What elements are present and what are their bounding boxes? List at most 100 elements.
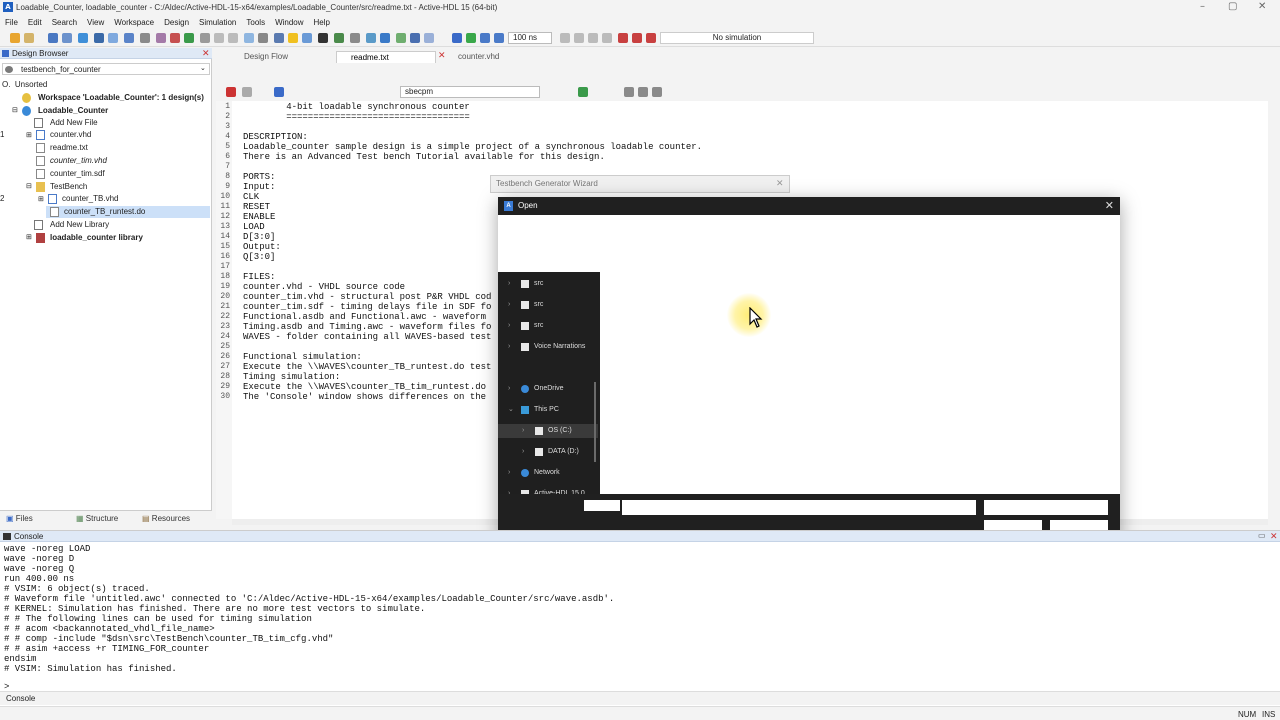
indent-icon[interactable] xyxy=(274,87,284,97)
restore-panel-icon[interactable]: ▭ xyxy=(1258,531,1266,540)
compile-icon[interactable] xyxy=(78,33,88,43)
tree-item-add-new-file[interactable]: Add New File xyxy=(50,117,98,129)
trace-icon[interactable] xyxy=(424,33,434,43)
chevron-right-icon[interactable]: › xyxy=(508,319,510,333)
text-icon[interactable] xyxy=(318,33,328,43)
chevron-right-icon[interactable]: › xyxy=(508,340,510,354)
menu-edit[interactable]: Edit xyxy=(28,18,42,27)
run-for-icon[interactable] xyxy=(494,33,504,43)
bookmark-icon[interactable] xyxy=(226,87,236,97)
file-type-select[interactable] xyxy=(984,500,1108,515)
collapse-icon[interactable]: ⊟ xyxy=(12,106,18,114)
grid-icon[interactable] xyxy=(184,33,194,43)
block-diagram-icon[interactable] xyxy=(124,33,134,43)
maximize-icon[interactable]: ▢ xyxy=(1228,1,1237,12)
menu-tools[interactable]: Tools xyxy=(246,18,265,27)
expand-icon[interactable]: ⊞ xyxy=(26,233,32,241)
chevron-right-icon[interactable]: › xyxy=(508,466,510,480)
initialize-sim-icon[interactable] xyxy=(452,33,462,43)
tab-design-flow[interactable]: Design Flow xyxy=(230,51,340,63)
break-icon[interactable] xyxy=(588,33,598,43)
tab-files[interactable]: ▣ Files xyxy=(6,514,33,523)
chevron-right-icon[interactable]: › xyxy=(508,298,510,312)
nav-item[interactable]: › OS (C:) xyxy=(498,424,598,438)
run-icon[interactable] xyxy=(466,33,476,43)
restart-icon[interactable] xyxy=(602,33,612,43)
tree-item-add-new-library[interactable]: Add New Library xyxy=(50,219,109,231)
tree-item-unsorted[interactable]: O. Unsorted xyxy=(2,79,47,91)
settings-icon[interactable] xyxy=(258,33,268,43)
tab-console[interactable]: Console xyxy=(6,694,35,703)
tree-item-workspace[interactable]: Workspace 'Loadable_Counter': 1 design(s… xyxy=(38,92,204,104)
nav-item[interactable]: ⌄ This PC xyxy=(498,403,598,417)
format-icon[interactable] xyxy=(242,87,252,97)
nav-item[interactable]: › OneDrive xyxy=(498,382,598,396)
state-diagram-icon[interactable] xyxy=(140,33,150,43)
collapse-icon[interactable]: ⊟ xyxy=(26,182,32,190)
console-icon[interactable] xyxy=(244,33,254,43)
breakpoint-icon[interactable] xyxy=(646,33,656,43)
close-dialog-icon[interactable]: ✕ xyxy=(1105,199,1114,212)
coverage-icon[interactable] xyxy=(396,33,406,43)
menu-help[interactable]: Help xyxy=(314,18,330,27)
close-window-icon[interactable]: ✕ xyxy=(1258,1,1266,12)
menu-workspace[interactable]: Workspace xyxy=(114,18,154,27)
tab-readme[interactable]: readme.txt xyxy=(336,51,436,63)
sim-time-input[interactable]: 100 ns xyxy=(508,32,552,44)
tb-icon[interactable] xyxy=(334,33,344,43)
file-name-input[interactable] xyxy=(622,500,976,515)
tab-structure[interactable]: ▦ Structure xyxy=(76,514,118,523)
nav-item[interactable]: › DATA (D:) xyxy=(498,445,598,459)
structure-icon[interactable] xyxy=(108,33,118,43)
nav-item[interactable]: › src xyxy=(498,277,598,291)
tree-item-counter-tb-runtest[interactable]: counter_TB_runtest.do xyxy=(64,206,145,218)
nav-scrollbar[interactable] xyxy=(594,382,596,462)
menu-simulation[interactable]: Simulation xyxy=(199,18,236,27)
menu-search[interactable]: Search xyxy=(52,18,77,27)
chevron-down-icon[interactable]: ⌄ xyxy=(508,403,514,417)
menu-design[interactable]: Design xyxy=(164,18,189,27)
minimize-icon[interactable]: – xyxy=(1200,1,1205,12)
save-all-icon[interactable] xyxy=(62,33,72,43)
nav-item[interactable]: › Voice Narrations xyxy=(498,340,598,354)
tree-item-design[interactable]: Loadable_Counter xyxy=(38,105,108,117)
find-next-icon[interactable] xyxy=(578,87,588,97)
link-icon[interactable] xyxy=(200,33,210,43)
chevron-down-icon[interactable]: ⌄ xyxy=(200,64,206,72)
tree-item-testbench[interactable]: TestBench xyxy=(50,181,87,193)
tab-resources[interactable]: ▤ Resources xyxy=(142,514,190,523)
menu-view[interactable]: View xyxy=(87,18,104,27)
hierarchy-icon[interactable] xyxy=(94,33,104,43)
library-icon[interactable] xyxy=(170,33,180,43)
stop-icon[interactable] xyxy=(632,33,642,43)
tcl-icon[interactable] xyxy=(274,33,284,43)
tab-counter-vhd[interactable]: counter.vhd xyxy=(444,51,544,63)
menu-file[interactable]: File xyxy=(5,18,18,27)
debug-icon[interactable] xyxy=(366,33,376,43)
menu-window[interactable]: Window xyxy=(275,18,303,27)
tree-item-counter-tb-vhd[interactable]: counter_TB.vhd xyxy=(62,193,118,205)
expand-icon[interactable]: ⊞ xyxy=(38,195,44,203)
sim-icon[interactable] xyxy=(350,33,360,43)
close-wizard-icon[interactable]: ✕ xyxy=(776,178,784,189)
open-icon[interactable] xyxy=(24,33,34,43)
search-input[interactable]: sbecpm xyxy=(400,86,540,98)
find-icon[interactable] xyxy=(302,33,312,43)
profile-icon[interactable] xyxy=(380,33,390,43)
close-panel-icon[interactable]: ✕ xyxy=(202,48,210,59)
chevron-right-icon[interactable]: › xyxy=(522,424,524,438)
tree-item-counter-vhd[interactable]: counter.vhd xyxy=(50,129,91,141)
design-selector[interactable]: testbench_for_counter xyxy=(2,63,210,75)
tree-item-counter-tim-sdf[interactable]: counter_tim.sdf xyxy=(50,168,105,180)
new-icon[interactable] xyxy=(10,33,20,43)
zoom-in-icon[interactable] xyxy=(624,87,634,97)
zoom-out-icon[interactable] xyxy=(638,87,648,97)
tree-item-library[interactable]: loadable_counter library xyxy=(50,232,143,244)
chevron-right-icon[interactable]: › xyxy=(508,382,510,396)
expand-icon[interactable]: ⊞ xyxy=(26,131,32,139)
save-icon[interactable] xyxy=(48,33,58,43)
memory-icon[interactable] xyxy=(410,33,420,43)
step-icon[interactable] xyxy=(560,33,570,43)
step-over-icon[interactable] xyxy=(574,33,584,43)
nav-item[interactable]: › src xyxy=(498,298,598,312)
